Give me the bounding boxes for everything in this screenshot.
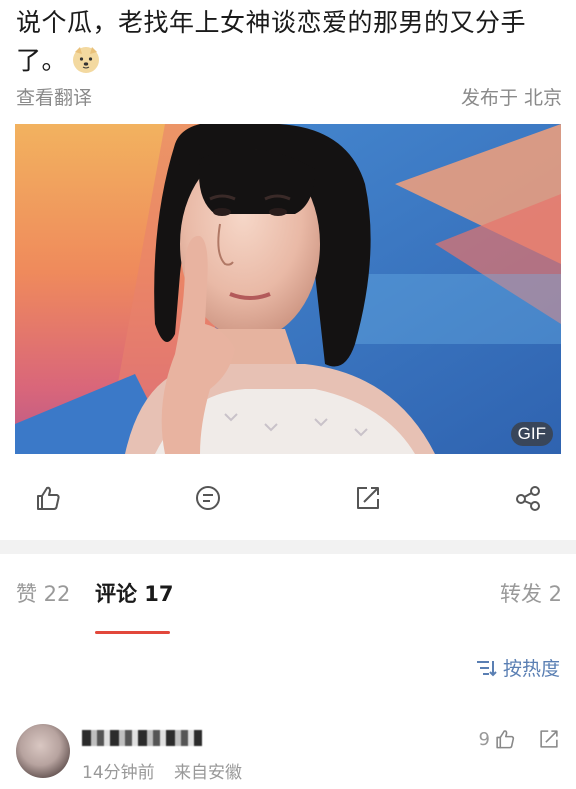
share-button[interactable]	[510, 480, 546, 516]
sort-icon	[476, 660, 497, 676]
username-redacted[interactable]	[82, 730, 202, 746]
like-button[interactable]	[30, 480, 66, 516]
comment-like-count: 9	[478, 728, 490, 750]
post-text: 说个瓜，老找年上女神谈恋爱的那男的又分手了。	[16, 4, 564, 80]
share-arrow-icon	[357, 487, 379, 509]
avatar[interactable]	[16, 724, 70, 778]
tab-likes[interactable]: 赞 22	[16, 578, 70, 608]
comment-like-button[interactable]: 9	[479, 728, 516, 750]
repost-button[interactable]	[350, 480, 386, 516]
comment-button[interactable]	[190, 480, 226, 516]
gif-badge: GIF	[510, 422, 553, 446]
dog-emoji-icon	[73, 47, 100, 73]
comment-item: 14分钟前 来自安徽 9	[0, 718, 576, 789]
active-tab-indicator	[95, 631, 170, 634]
thumbs-up-icon	[37, 486, 60, 510]
sort-label: 按热度	[502, 658, 560, 680]
section-divider	[0, 540, 576, 554]
share-nodes-icon	[516, 486, 540, 511]
interaction-tabs: 赞 22 评论 17 转发 2	[0, 578, 576, 618]
post-gif[interactable]: GIF	[15, 124, 561, 454]
thumbs-up-icon	[496, 730, 515, 749]
post-meta-row: 查看翻译 发布于 北京	[16, 82, 562, 110]
share-arrow-icon	[540, 730, 558, 748]
post-action-bar	[0, 470, 576, 526]
translate-link[interactable]: 查看翻译	[16, 83, 92, 110]
comment-icon	[196, 486, 220, 510]
comment-source: 来自安徽	[174, 763, 243, 783]
comment-time: 14分钟前	[82, 763, 155, 783]
gif-image	[15, 124, 561, 454]
comment-meta: 14分钟前 来自安徽	[82, 758, 256, 783]
sort-toggle[interactable]: 按热度	[475, 654, 560, 681]
post-location: 发布于 北京	[460, 86, 562, 109]
tab-comments[interactable]: 评论 17	[95, 578, 174, 608]
tab-reposts[interactable]: 转发 2	[500, 578, 562, 608]
comment-share-button[interactable]	[538, 728, 560, 754]
